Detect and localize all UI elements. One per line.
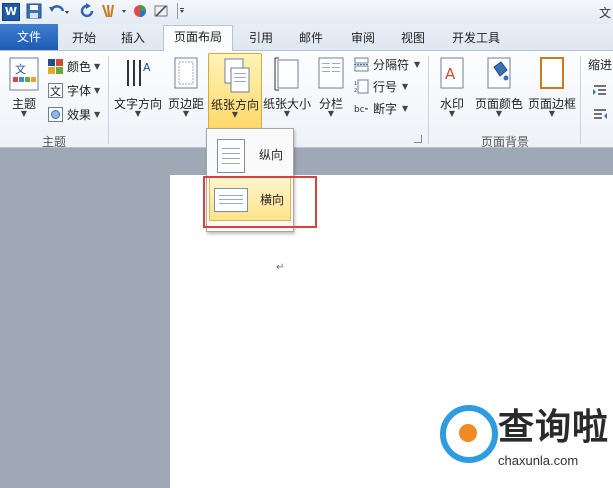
tab-home[interactable]: 开始 — [72, 27, 96, 49]
orientation-icon — [224, 58, 250, 93]
indent-label: 缩进 — [588, 58, 613, 72]
theme-effects-button[interactable]: 效果 ▼ — [48, 105, 104, 125]
chevron-down-icon: ▼ — [327, 109, 335, 118]
effects-icon — [48, 107, 63, 122]
portrait-label: 纵向 — [259, 148, 284, 162]
page-borders-button[interactable]: 页面边框 ▼ — [526, 53, 578, 129]
chevron-down-icon: ▼ — [448, 109, 456, 118]
watermark-button[interactable]: A 水印 ▼ — [432, 53, 472, 129]
chevron-down-icon: ▼ — [94, 110, 101, 119]
watermark-brand-text: 查询啦 — [498, 407, 610, 448]
chevron-down-icon: ▼ — [231, 110, 239, 119]
svg-text:文: 文 — [15, 62, 26, 76]
ribbon-tabs: 文件 开始 插入 页面布局 引用 邮件 审阅 视图 开发工具 — [0, 24, 613, 51]
chevron-down-icon: ▼ — [182, 109, 190, 118]
paragraph-mark: ↵ — [276, 262, 285, 273]
line-numbers-button[interactable]: 1 2 行号 ▼ — [354, 77, 424, 97]
theme-colors-label: 颜色 — [67, 60, 92, 74]
theme-fonts-button[interactable]: 文 字体 ▼ — [48, 81, 104, 101]
logo-dot-icon — [459, 424, 477, 442]
tab-developer[interactable]: 开发工具 — [452, 27, 500, 49]
chevron-down-icon: ▼ — [134, 109, 142, 118]
tab-references[interactable]: 引用 — [249, 27, 273, 49]
undo-icon[interactable] — [48, 3, 70, 19]
chevron-down-icon: ▼ — [20, 109, 28, 118]
tab-page-layout[interactable]: 页面布局 — [163, 25, 233, 51]
portrait-page-icon — [217, 139, 245, 173]
color-wheel-icon[interactable] — [132, 3, 148, 19]
ribbon: 文 主题 ▼ 颜色 ▼ 文 字体 ▼ 效果 ▼ 主题 A 文字方向 ▼ 页边距 … — [0, 51, 613, 149]
svg-text:1: 1 — [354, 81, 357, 87]
font-icon: 文 — [48, 83, 63, 98]
format-painter-icon[interactable] — [100, 3, 128, 20]
group-divider — [108, 56, 109, 144]
line-numbers-label: 行号 — [373, 80, 398, 94]
tab-file[interactable]: 文件 — [0, 24, 58, 50]
chevron-down-icon: ▼ — [495, 109, 503, 118]
chevron-down-icon: ▼ — [283, 109, 291, 118]
window-title: 文 — [598, 6, 611, 20]
orientation-portrait-item[interactable]: 纵向 — [209, 133, 289, 175]
tab-insert[interactable]: 插入 — [121, 27, 145, 49]
word-app-icon[interactable]: W — [2, 3, 20, 21]
text-direction-icon: A — [127, 60, 151, 86]
customize-toolbar-icon[interactable] — [176, 3, 188, 19]
redo-icon[interactable] — [80, 3, 96, 19]
size-button[interactable]: 纸张大小 ▼ — [262, 53, 312, 129]
chevron-down-icon: ▼ — [402, 104, 409, 113]
tab-view[interactable]: 视图 — [401, 27, 425, 49]
theme-colors-button[interactable]: 颜色 ▼ — [48, 57, 104, 77]
watermark-icon: A — [440, 57, 464, 89]
page-color-button[interactable]: 页面颜色 ▼ — [474, 53, 524, 129]
chevron-down-icon: ▼ — [94, 86, 101, 95]
site-watermark-logo: 查询啦 chaxunla.com — [440, 405, 610, 485]
themes-button[interactable]: 文 主题 ▼ — [4, 53, 44, 129]
breaks-icon — [354, 57, 369, 72]
save-icon[interactable] — [26, 3, 42, 19]
page-size-icon — [274, 57, 299, 91]
text-direction-button[interactable]: A 文字方向 ▼ — [112, 53, 164, 129]
page-setup-dialog-launcher-icon[interactable] — [414, 135, 422, 143]
theme-effects-label: 效果 — [67, 108, 92, 122]
margins-button[interactable]: 页边距 ▼ — [164, 53, 208, 129]
indent-left-icon[interactable] — [592, 83, 608, 99]
hyphenation-button[interactable]: bc 断字 ▼ — [354, 99, 424, 119]
margins-icon — [174, 57, 198, 89]
chevron-down-icon: ▼ — [414, 60, 421, 69]
svg-text:bc: bc — [354, 105, 365, 115]
chevron-down-icon: ▼ — [402, 82, 409, 91]
chevron-down-icon: ▼ — [94, 62, 101, 71]
svg-text:A: A — [143, 61, 151, 74]
hyphenation-label: 断字 — [373, 102, 398, 116]
page-borders-icon — [540, 57, 564, 89]
tab-review[interactable]: 审阅 — [351, 27, 375, 49]
group-divider — [580, 56, 581, 144]
svg-text:文: 文 — [50, 84, 61, 98]
hyphenation-icon: bc — [354, 105, 368, 115]
svg-text:2: 2 — [354, 88, 357, 94]
line-numbers-icon: 1 2 — [354, 79, 369, 94]
breaks-label: 分隔符 — [373, 58, 410, 72]
quick-access-toolbar: W 文 — [0, 0, 613, 24]
themes-icon: 文 — [9, 57, 39, 91]
orientation-button[interactable]: 纸张方向 ▼ — [208, 53, 262, 129]
theme-fonts-label: 字体 — [67, 84, 92, 98]
svg-text:A: A — [445, 65, 456, 83]
group-divider — [428, 56, 429, 144]
palette-icon — [48, 59, 63, 74]
watermark-site-url: chaxunla.com — [498, 453, 579, 468]
columns-button[interactable]: 分栏 ▼ — [313, 53, 349, 129]
tab-mailings[interactable]: 邮件 — [299, 27, 323, 49]
breaks-button[interactable]: 分隔符 ▼ — [354, 55, 424, 75]
columns-icon — [318, 57, 344, 89]
paint-bucket-icon — [487, 57, 511, 89]
indent-right-icon[interactable] — [592, 107, 608, 123]
draw-pen-icon[interactable] — [153, 3, 169, 19]
landscape-callout-box — [203, 176, 317, 228]
chevron-down-icon: ▼ — [548, 109, 556, 118]
